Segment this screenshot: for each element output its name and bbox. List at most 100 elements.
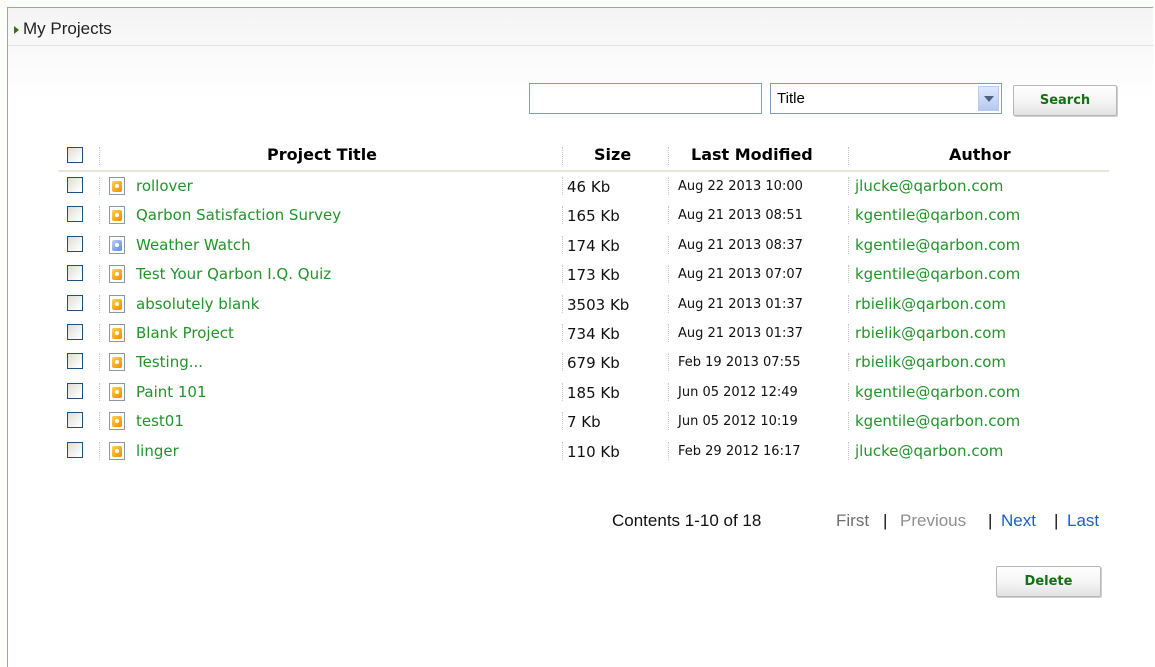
- select-all-checkbox[interactable]: [67, 147, 83, 163]
- column-separator: [99, 294, 100, 313]
- table-row: rollover 46 Kb Aug 22 2013 10:00 jlucke@qar…: [0, 172, 1155, 201]
- project-title-link[interactable]: Paint 101: [136, 383, 207, 401]
- author-email-link[interactable]: rbielik@qarbon.com: [855, 324, 1006, 342]
- project-last-modified: Aug 21 2013 07:07: [678, 267, 803, 283]
- author-email-link[interactable]: jlucke@qarbon.com: [855, 177, 1003, 195]
- row-checkbox[interactable]: [67, 412, 83, 429]
- column-separator: [99, 147, 100, 165]
- project-size: 46 Kb: [567, 178, 611, 196]
- column-separator: [848, 265, 849, 284]
- chevron-down-icon[interactable]: [978, 86, 999, 111]
- delete-button[interactable]: Delete: [996, 566, 1101, 597]
- panel-header: My Projects: [8, 8, 1154, 46]
- column-separator: [562, 294, 563, 313]
- search-field-selected: Title: [777, 90, 805, 107]
- column-separator: [848, 294, 849, 313]
- captivate-project-icon: [109, 441, 125, 460]
- blue-project-icon: [109, 235, 125, 254]
- row-checkbox[interactable]: [67, 206, 83, 223]
- project-size: 7 Kb: [567, 413, 601, 432]
- column-separator: [848, 324, 849, 342]
- column-separator: [99, 353, 100, 372]
- column-separator: [562, 412, 563, 431]
- project-title-link[interactable]: Testing...: [136, 353, 203, 371]
- column-separator: [848, 177, 849, 195]
- author-email-link[interactable]: kgentile@qarbon.com: [855, 236, 1020, 254]
- project-title-link[interactable]: Blank Project: [136, 324, 234, 342]
- table-row: Blank Project 734 Kb Aug 21 2013 01:37 rbie…: [0, 319, 1155, 348]
- author-email-link[interactable]: kgentile@qarbon.com: [855, 412, 1020, 430]
- row-checkbox[interactable]: [67, 382, 83, 399]
- author-email-link[interactable]: kgentile@qarbon.com: [855, 383, 1020, 401]
- pagination-separator: |: [988, 511, 993, 530]
- project-title-link[interactable]: linger: [136, 442, 179, 460]
- captivate-project-icon: [109, 353, 125, 372]
- row-checkbox[interactable]: [67, 294, 83, 311]
- row-checkbox[interactable]: [67, 265, 83, 282]
- project-title-link[interactable]: rollover: [136, 177, 193, 195]
- column-separator: [848, 353, 849, 372]
- search-input[interactable]: [529, 83, 762, 114]
- table-row: Weather Watch 174 Kb Aug 21 2013 08:37 kgen…: [0, 231, 1155, 260]
- triangle-right-icon: [14, 26, 19, 34]
- column-separator: [99, 412, 100, 431]
- captivate-project-icon: [109, 382, 125, 401]
- project-last-modified: Aug 21 2013 01:37: [678, 296, 803, 312]
- column-separator: [848, 147, 849, 165]
- column-separator: [668, 177, 669, 195]
- pagination-summary: Contents 1-10 of 18: [612, 511, 762, 530]
- column-separator: [562, 206, 563, 225]
- project-last-modified: Aug 21 2013 08:37: [678, 237, 803, 253]
- project-last-modified: Aug 22 2013 10:00: [678, 179, 803, 194]
- column-header-size[interactable]: Size: [594, 145, 631, 164]
- column-header-last-modified[interactable]: Last Modified: [691, 145, 813, 164]
- panel-title: My Projects: [23, 19, 112, 38]
- author-email-link[interactable]: jlucke@qarbon.com: [855, 442, 1003, 460]
- captivate-project-icon: [109, 412, 125, 431]
- project-title-link[interactable]: test01: [136, 412, 184, 430]
- project-size: 734 Kb: [567, 325, 620, 343]
- column-separator: [562, 265, 563, 284]
- row-checkbox[interactable]: [67, 177, 83, 193]
- project-last-modified: Jun 05 2012 10:19: [678, 414, 798, 430]
- pagination-next-link[interactable]: Next: [1001, 511, 1036, 531]
- author-email-link[interactable]: kgentile@qarbon.com: [855, 265, 1020, 283]
- column-separator: [848, 412, 849, 431]
- pagination-last-link[interactable]: Last: [1067, 511, 1099, 531]
- project-size: 165 Kb: [567, 207, 620, 226]
- author-email-link[interactable]: rbielik@qarbon.com: [855, 353, 1006, 371]
- column-separator: [848, 441, 849, 460]
- pagination-first: First: [836, 511, 870, 530]
- row-checkbox[interactable]: [67, 324, 83, 340]
- column-header-project-title[interactable]: Project Title: [267, 145, 377, 164]
- project-title-link[interactable]: Qarbon Satisfaction Survey: [136, 206, 341, 224]
- author-email-link[interactable]: kgentile@qarbon.com: [855, 206, 1020, 224]
- captivate-project-icon: [109, 265, 125, 284]
- project-last-modified: Aug 21 2013 01:37: [678, 326, 803, 341]
- column-separator: [668, 206, 669, 225]
- project-size: 110 Kb: [567, 442, 620, 461]
- search-field-select[interactable]: Title: [770, 83, 1002, 114]
- row-checkbox[interactable]: [67, 235, 83, 252]
- column-separator: [848, 382, 849, 401]
- column-separator: [668, 294, 669, 313]
- column-separator: [562, 382, 563, 401]
- column-separator: [99, 206, 100, 225]
- column-separator: [668, 353, 669, 372]
- column-separator: [562, 177, 563, 195]
- project-title-link[interactable]: absolutely blank: [136, 295, 259, 313]
- pagination-previous: Previous: [900, 511, 967, 530]
- column-separator: [668, 235, 669, 254]
- search-button[interactable]: Search: [1013, 85, 1117, 116]
- author-email-link[interactable]: rbielik@qarbon.com: [855, 295, 1006, 313]
- pagination-separator: |: [883, 511, 888, 530]
- project-size: 185 Kb: [567, 383, 620, 402]
- project-title-link[interactable]: Test Your Qarbon I.Q. Quiz: [136, 265, 331, 283]
- project-title-link[interactable]: Weather Watch: [136, 236, 251, 254]
- row-checkbox[interactable]: [67, 441, 83, 458]
- column-header-author[interactable]: Author: [949, 145, 1011, 164]
- table-row: Testing... 679 Kb Feb 19 2013 07:55 rbielik…: [0, 348, 1155, 377]
- project-last-modified: Aug 21 2013 08:51: [678, 208, 803, 224]
- row-checkbox[interactable]: [67, 353, 83, 370]
- project-size: 679 Kb: [567, 354, 620, 373]
